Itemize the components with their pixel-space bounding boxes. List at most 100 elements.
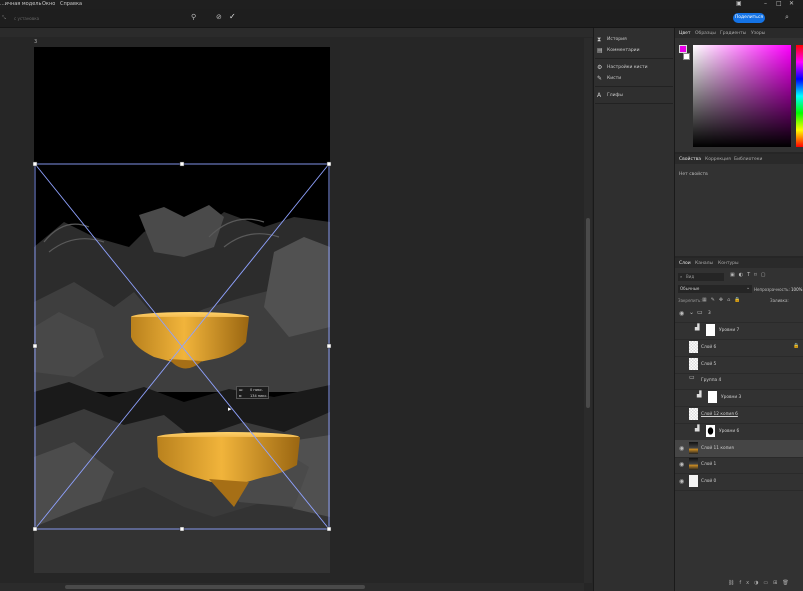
- color-field[interactable]: [693, 45, 791, 147]
- lock-label: Закрепить:: [678, 298, 702, 303]
- layer-row[interactable]: Слой 12 копия 6: [675, 406, 803, 424]
- lock-icons[interactable]: ▦✎✥⌂🔒: [702, 297, 745, 303]
- brush-settings-icon: ⚙: [597, 64, 603, 71]
- layer-mask-thumbnail[interactable]: [706, 424, 715, 437]
- eye-icon[interactable]: ◉: [679, 478, 684, 485]
- layer-row[interactable]: ▭ Группа 4: [675, 372, 803, 391]
- horizontal-scrollbar[interactable]: [0, 583, 584, 591]
- adjustment-icon: ▟: [695, 424, 700, 432]
- tab-patterns[interactable]: Узоры: [751, 31, 765, 36]
- layer-thumbnail: [689, 357, 698, 370]
- cancel-transform-icon[interactable]: ⊘: [216, 13, 222, 21]
- comments-icon: ▤: [597, 47, 603, 54]
- tab-properties[interactable]: Свойства: [679, 157, 701, 162]
- layer-group-row[interactable]: ◉ ⌄ ▭ 3: [675, 305, 803, 323]
- layer-name: Уровни 7: [719, 328, 740, 333]
- dock-item-label: Кисти: [607, 76, 622, 81]
- background-color-swatch[interactable]: [683, 53, 690, 60]
- layer-thumbnail: [689, 441, 698, 454]
- tab-swatches[interactable]: Образцы: [695, 31, 716, 36]
- menu-item-model[interactable]: ...ичная модель: [0, 1, 41, 7]
- tab-paths[interactable]: Контуры: [718, 261, 739, 266]
- layer-row[interactable]: ▟ Уровни 7: [675, 322, 803, 340]
- transform-tooltip: ш: 0 пикс. в: 134 пикс.: [236, 386, 269, 399]
- adjustment-icon: ▟: [695, 324, 700, 331]
- layer-name: Уровни 3: [721, 395, 742, 401]
- dock-item-brush-settings[interactable]: ⚙ Настройки кисти: [597, 64, 673, 73]
- hue-slider[interactable]: [796, 45, 803, 147]
- opacity-value[interactable]: 100%: [791, 287, 802, 292]
- tooltip-line-y: в:: [239, 394, 243, 398]
- tab-channels[interactable]: Каналы: [695, 261, 713, 266]
- tab-layers[interactable]: Слои: [679, 261, 691, 266]
- layer-filter-search[interactable]: ⌕ Вид: [678, 273, 724, 281]
- dock-item-brushes[interactable]: ✎ Кисти: [597, 75, 673, 84]
- dock-divider: [595, 86, 673, 87]
- properties-status: Нет свойств: [679, 172, 708, 177]
- layer-mask-thumbnail[interactable]: [708, 391, 717, 404]
- transform-box[interactable]: [0, 28, 593, 591]
- dock-item-label: Комментарии: [607, 48, 640, 53]
- warp-icon[interactable]: ⚲: [191, 13, 196, 21]
- menu-bar: ...ичная модель Окно Справка ▣ – □ ✕: [0, 0, 803, 9]
- layer-thumbnail: [689, 458, 698, 471]
- eye-icon[interactable]: ◉: [679, 461, 684, 468]
- dock-item-history[interactable]: ⧗ История: [597, 36, 673, 45]
- dock-item-comments[interactable]: ▤ Комментарии: [597, 47, 673, 56]
- commit-transform-icon[interactable]: ✓: [229, 12, 236, 21]
- layer-row[interactable]: ▟ Уровни 3: [675, 389, 803, 408]
- vertical-scroll-thumb[interactable]: [586, 218, 590, 408]
- vertical-scrollbar[interactable]: [584, 38, 592, 583]
- layer-name: Группа 4: [701, 378, 722, 384]
- dock-item-label: Глифы: [607, 93, 623, 98]
- options-field[interactable]: с установка: [14, 16, 39, 21]
- brushes-icon: ✎: [597, 75, 603, 82]
- layer-row[interactable]: ◉ Слой 1: [675, 456, 803, 475]
- layer-name: Слой 1: [701, 462, 717, 468]
- tool-icon[interactable]: ⤡: [2, 15, 6, 21]
- tab-color[interactable]: Цвет: [679, 31, 691, 36]
- menu-item-help[interactable]: Справка: [60, 1, 82, 7]
- dock-item-label: История: [607, 37, 627, 42]
- layer-mask-thumbnail[interactable]: [706, 324, 715, 336]
- folder-icon: ▭: [689, 374, 695, 382]
- layer-row[interactable]: Слой 5: [675, 356, 803, 374]
- folder-icon: ▭: [697, 309, 703, 316]
- color-panel-tabs: Цвет Образцы Градиенты Узоры: [675, 28, 803, 38]
- tooltip-value-x: 0 пикс.: [250, 388, 264, 392]
- layer-row[interactable]: ▟ Уровни 6: [675, 423, 803, 441]
- blend-mode-select[interactable]: Обычные ⌄: [678, 285, 752, 293]
- foreground-color-swatch[interactable]: [679, 45, 687, 53]
- search-icon[interactable]: ⌕: [785, 13, 789, 22]
- share-button[interactable]: Поделиться: [733, 13, 765, 23]
- layer-row[interactable]: ◉ Слой 11 копия: [675, 439, 803, 458]
- menu-item-window[interactable]: Окно: [42, 1, 55, 7]
- adjustment-icon: ▟: [697, 391, 702, 399]
- close-icon[interactable]: ✕: [789, 0, 794, 7]
- lock-icon: 🔒: [793, 342, 800, 349]
- tab-libraries[interactable]: Библиотеки: [734, 157, 762, 162]
- layer-row[interactable]: Слой 6 🔒: [675, 339, 803, 357]
- layers-panel-tabs: Слои Каналы Контуры: [675, 258, 803, 268]
- dock-item-glyphs[interactable]: A Глифы: [597, 92, 673, 101]
- layer-name: Слой 5: [701, 361, 717, 367]
- tab-gradients[interactable]: Градиенты: [720, 31, 746, 36]
- layer-filter-icons[interactable]: ▣◐T⌑▢: [730, 272, 769, 278]
- layer-name: Слой 6: [701, 344, 717, 350]
- layer-thumbnail: [689, 340, 698, 353]
- tooltip-value-y: 134 пикс.: [250, 394, 268, 398]
- arrange-icon[interactable]: ▣: [736, 0, 742, 7]
- maximize-icon[interactable]: □: [776, 0, 782, 7]
- opacity-label: Непрозрачность:: [754, 287, 790, 292]
- eye-icon[interactable]: ◉: [679, 310, 684, 317]
- dock-divider: [595, 103, 673, 104]
- layer-name: Уровни 6: [719, 428, 740, 434]
- layers-footer-icons[interactable]: ⛓fx◑▭⊞🗑: [728, 580, 794, 586]
- minimize-icon[interactable]: –: [764, 0, 767, 7]
- horizontal-scroll-thumb[interactable]: [65, 585, 365, 589]
- eye-icon[interactable]: ◉: [679, 445, 684, 452]
- layer-row[interactable]: ◉ Слой 0: [675, 473, 803, 492]
- tooltip-line-x: ш:: [239, 388, 244, 392]
- tab-adjustments[interactable]: Коррекция: [705, 157, 731, 162]
- chevron-down-icon[interactable]: ⌄: [689, 309, 694, 316]
